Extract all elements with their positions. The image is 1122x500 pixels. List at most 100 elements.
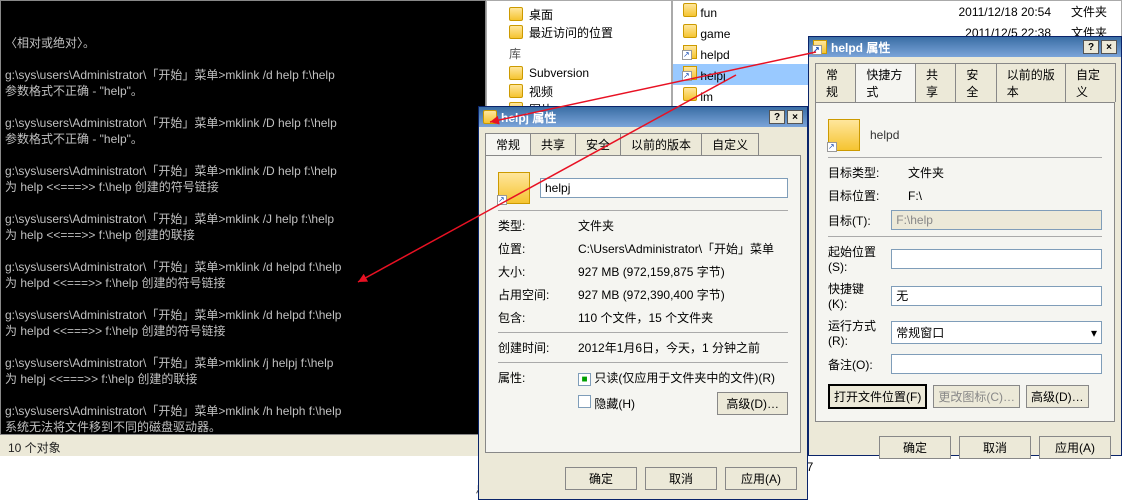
dialog-name: helpd	[870, 128, 1102, 142]
file-type: 文件夹	[1061, 1, 1121, 22]
tree-item-desktop[interactable]: 桌面	[487, 5, 671, 23]
file-name: game	[700, 27, 730, 41]
tree-item-video[interactable]: 视频	[487, 82, 671, 100]
tab-custom[interactable]: 自定义	[701, 133, 759, 155]
target-field[interactable]	[891, 210, 1102, 230]
ok-button[interactable]: 确定	[565, 467, 637, 490]
cmd-output: 〈相对或绝对〉。 g:\sys\users\Administrator\「开始」…	[5, 35, 481, 434]
tabs: 常规 快捷方式 共享 安全 以前的版本 自定义	[815, 63, 1115, 102]
tab-previous[interactable]: 以前的版本	[996, 63, 1066, 102]
value-target-loc: F:\	[908, 189, 1102, 203]
name-field[interactable]	[540, 178, 788, 198]
value-size: 927 MB (972,159,875 字节)	[578, 263, 788, 280]
label-size-on-disk: 占用空间:	[498, 286, 568, 303]
label-contains: 包含:	[498, 309, 568, 326]
folder-shortcut-big-icon	[828, 119, 860, 151]
cancel-button[interactable]: 取消	[645, 467, 717, 490]
tree-group-library[interactable]: 库	[487, 41, 671, 64]
status-text: 10 个对象	[8, 441, 61, 455]
titlebar[interactable]: helpd 属性 ? ×	[809, 37, 1121, 57]
folder-icon	[683, 24, 697, 38]
tree-label: Subversion	[529, 66, 589, 80]
tab-security[interactable]: 安全	[575, 133, 621, 155]
file-name: helpd	[700, 48, 729, 62]
help-button[interactable]: ?	[769, 110, 785, 124]
svn-icon	[509, 66, 523, 80]
dialog-helpj-properties[interactable]: helpj 属性 ? × 常规 共享 安全 以前的版本 自定义 类型: 文件夹 位…	[478, 106, 808, 500]
file-date: 2011/12/18 20:54	[921, 1, 1061, 22]
value-type: 文件夹	[578, 217, 788, 234]
tab-general[interactable]: 常规	[815, 63, 856, 102]
startin-field[interactable]	[891, 249, 1102, 269]
label-hotkey: 快捷键(K):	[828, 280, 881, 311]
label-created: 创建时间:	[498, 339, 568, 356]
cmd-window: 〈相对或绝对〉。 g:\sys\users\Administrator\「开始」…	[0, 0, 486, 434]
tab-share[interactable]: 共享	[530, 133, 576, 155]
value-location: C:\Users\Administrator\「开始」菜单	[578, 240, 788, 257]
hidden-label: 隐藏(H)	[594, 397, 635, 411]
file-row[interactable]: fun 2011/12/18 20:54文件夹	[673, 1, 1121, 22]
desktop-icon	[509, 7, 523, 21]
folder-icon	[683, 66, 697, 80]
label-run: 运行方式(R):	[828, 317, 881, 348]
folder-icon	[683, 45, 697, 59]
tree-label: 视频	[529, 83, 553, 100]
value-size-on-disk: 927 MB (972,390,400 字节)	[578, 286, 788, 303]
folder-icon	[683, 3, 697, 17]
hotkey-field[interactable]	[891, 286, 1102, 306]
tab-previous[interactable]: 以前的版本	[620, 133, 702, 155]
advanced-button[interactable]: 高级(D)…	[1026, 385, 1089, 408]
tab-share[interactable]: 共享	[915, 63, 956, 102]
dialog-helpd-properties[interactable]: helpd 属性 ? × 常规 快捷方式 共享 安全 以前的版本 自定义 hel…	[808, 36, 1122, 456]
apply-button[interactable]: 应用(A)	[725, 467, 797, 490]
cancel-button[interactable]: 取消	[959, 436, 1031, 459]
file-name: im	[700, 90, 713, 104]
value-created: 2012年1月6日，今天，1 分钟之前	[578, 339, 788, 356]
dialog-title: helpd 属性	[831, 39, 890, 56]
ok-button[interactable]: 确定	[879, 436, 951, 459]
advanced-button[interactable]: 高级(D)…	[717, 392, 788, 415]
run-mode-select[interactable]: 常规窗口▾	[891, 321, 1102, 344]
folder-icon	[483, 110, 497, 124]
tab-shortcut[interactable]: 快捷方式	[855, 63, 916, 102]
label-size: 大小:	[498, 263, 568, 280]
folder-big-icon	[498, 172, 530, 204]
label-target-loc: 目标位置:	[828, 187, 898, 204]
shortcut-icon	[813, 40, 827, 54]
value-contains: 110 个文件，15 个文件夹	[578, 309, 788, 326]
video-icon	[509, 84, 523, 98]
value-target-type: 文件夹	[908, 164, 1102, 181]
apply-button[interactable]: 应用(A)	[1039, 436, 1111, 459]
readonly-checkbox[interactable]: ■	[578, 373, 591, 386]
label-startin: 起始位置(S):	[828, 243, 881, 274]
open-file-location-button[interactable]: 打开文件位置(F)	[828, 384, 927, 409]
dialog-buttonrow: 确定 取消 应用(A)	[809, 428, 1121, 467]
folder-icon	[683, 87, 697, 101]
tabs: 常规 共享 安全 以前的版本 自定义	[485, 133, 801, 155]
tab-custom[interactable]: 自定义	[1065, 63, 1116, 102]
close-button[interactable]: ×	[787, 110, 803, 124]
dialog-title: helpj 属性	[501, 109, 556, 126]
label-type: 类型:	[498, 217, 568, 234]
hidden-checkbox[interactable]	[578, 395, 591, 408]
label-location: 位置:	[498, 240, 568, 257]
close-button[interactable]: ×	[1101, 40, 1117, 54]
file-name: fun	[700, 6, 717, 20]
dialog-buttonrow: 确定 取消 应用(A)	[479, 459, 807, 498]
help-button[interactable]: ?	[1083, 40, 1099, 54]
tree-label: 桌面	[529, 6, 553, 23]
tree-item-svn[interactable]: Subversion	[487, 64, 671, 82]
change-icon-button[interactable]: 更改图标(C)…	[933, 385, 1020, 408]
label-target: 目标(T):	[828, 212, 881, 229]
tab-general[interactable]: 常规	[485, 133, 531, 155]
tab-security[interactable]: 安全	[955, 63, 996, 102]
comment-field[interactable]	[891, 354, 1102, 374]
label-comment: 备注(O):	[828, 356, 881, 373]
tree-item-recent[interactable]: 最近访问的位置	[487, 23, 671, 41]
tree-group-label: 库	[509, 47, 521, 61]
chevron-down-icon: ▾	[1091, 326, 1097, 340]
label-target-type: 目标类型:	[828, 164, 898, 181]
places-icon	[509, 25, 523, 39]
file-name: helpj	[700, 69, 725, 83]
titlebar[interactable]: helpj 属性 ? ×	[479, 107, 807, 127]
